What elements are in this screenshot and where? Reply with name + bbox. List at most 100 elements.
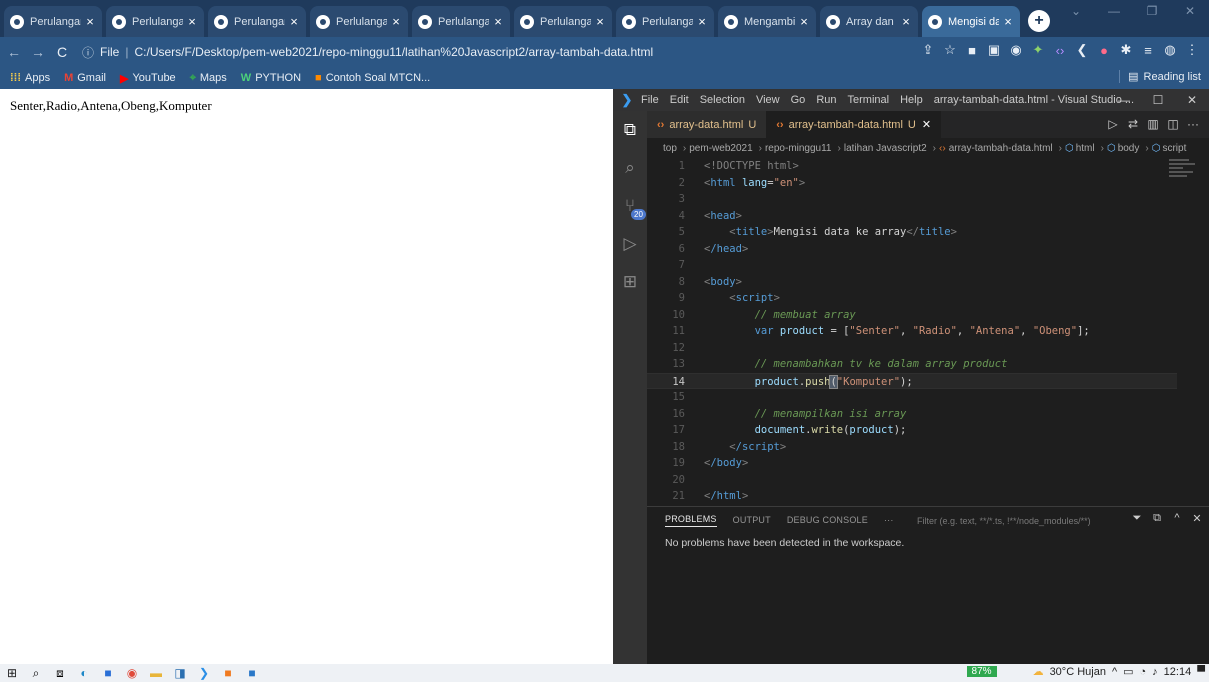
bookmark-contoh-soal[interactable]: ■ Contoh Soal MTCN...	[315, 72, 430, 84]
panel-more-icon[interactable]: ···	[884, 515, 894, 525]
collapse-all-icon[interactable]: ⧉	[1147, 512, 1167, 525]
search-icon[interactable]: ⌕	[24, 666, 48, 681]
filter-icon[interactable]: ⏷	[1127, 512, 1147, 525]
extension-icon[interactable]: ◉	[1005, 42, 1027, 58]
extension-icon[interactable]: ●	[1093, 43, 1115, 58]
new-tab-button[interactable]: +	[1028, 10, 1050, 32]
panel-tab-output[interactable]: OUTPUT	[733, 515, 771, 525]
menu-selection[interactable]: Selection	[700, 94, 745, 106]
bookmark-youtube[interactable]: ▶ YouTube	[120, 72, 176, 85]
extension-icon[interactable]: ▣	[983, 42, 1005, 58]
vscode-close-icon[interactable]: ✕	[1175, 89, 1209, 111]
minimap[interactable]	[1169, 159, 1199, 189]
panel-tab-problems[interactable]: PROBLEMS	[665, 514, 717, 527]
info-icon[interactable]: ⓘ	[82, 44, 94, 61]
kebab-menu-icon[interactable]: ⋮	[1181, 42, 1203, 58]
battery-indicator[interactable]: 87%	[966, 666, 997, 677]
browser-tab[interactable]: Array dan ×	[820, 6, 918, 37]
edge-icon[interactable]: ◐	[72, 666, 96, 680]
menu-file[interactable]: File	[641, 94, 659, 106]
breadcrumb-item[interactable]: pem-web2021	[689, 143, 752, 154]
close-tab-icon[interactable]: ×	[1002, 14, 1014, 29]
notification-icon[interactable]: ▀	[1197, 666, 1205, 678]
browser-tab[interactable]: Perulangan ×	[208, 6, 306, 37]
menu-view[interactable]: View	[756, 94, 780, 106]
close-panel-icon[interactable]: ✕	[1187, 512, 1207, 525]
chrome-icon[interactable]: ◉	[120, 666, 144, 680]
forward-icon[interactable]: →	[28, 44, 48, 60]
run-debug-icon[interactable]: ▷	[613, 225, 647, 263]
menu-edit[interactable]: Edit	[670, 94, 689, 106]
vscode-minimize-icon[interactable]: —	[1107, 89, 1141, 111]
run-icon[interactable]: ▷	[1103, 117, 1123, 131]
browser-tab[interactable]: Perulangan ×	[4, 6, 102, 37]
menu-run[interactable]: Run	[816, 94, 836, 106]
close-tab-icon[interactable]: ×	[84, 14, 96, 29]
task-view-icon[interactable]: ⧈	[48, 666, 72, 681]
menu-terminal[interactable]: Terminal	[848, 94, 890, 106]
profile-avatar[interactable]: ◍	[1159, 42, 1181, 58]
close-tab-icon[interactable]: ×	[900, 14, 912, 29]
extension-icon[interactable]: ❮	[1071, 42, 1093, 58]
breadcrumb-item[interactable]: latihan Javascript2	[844, 143, 927, 154]
battery-icon[interactable]: ▭	[1123, 665, 1133, 678]
code-editor[interactable]: 1 <!DOCTYPE html> 2 <html lang="en"> 3 4 <h…	[647, 158, 1177, 506]
bookmark-maps[interactable]: ⌖ Maps	[190, 72, 227, 85]
split-editor-icon[interactable]: ◫	[1163, 117, 1183, 131]
app-icon[interactable]: ■	[240, 666, 264, 680]
breadcrumb-item[interactable]: array-tambah-data.html	[949, 143, 1053, 154]
bookmark-python[interactable]: W PYTHON	[241, 72, 301, 84]
close-tab-icon[interactable]: ×	[798, 14, 810, 29]
search-icon[interactable]: ⌕	[613, 149, 647, 187]
vscode-taskbar-icon[interactable]: ❯	[192, 666, 216, 680]
file-explorer-icon[interactable]: ▬	[144, 666, 168, 680]
windows-start-icon[interactable]: ⊞	[0, 666, 24, 680]
clock[interactable]: 12:14	[1164, 666, 1192, 678]
media-queue-icon[interactable]: ≡	[1137, 43, 1159, 58]
extension-icon[interactable]: ‹›	[1049, 43, 1071, 58]
breadcrumb-item[interactable]: top	[663, 143, 677, 154]
url-text[interactable]: C:/Users/F/Desktop/pem-web2021/repo-ming…	[134, 45, 653, 59]
breadcrumb-item[interactable]: repo-minggu11	[765, 143, 832, 154]
panel-tab-debug-console[interactable]: DEBUG CONSOLE	[787, 515, 868, 525]
breadcrumb-item[interactable]: script	[1162, 143, 1186, 154]
close-tab-icon[interactable]: ×	[390, 14, 402, 29]
maximize-icon[interactable]: ❐	[1133, 0, 1171, 24]
reading-list-button[interactable]: ▤ Reading list	[1119, 70, 1201, 83]
menu-go[interactable]: Go	[791, 94, 806, 106]
vscode-maximize-icon[interactable]: ☐	[1141, 89, 1175, 111]
bookmark-apps[interactable]: ⁞⁞⁞ Apps	[10, 72, 50, 84]
menu-help[interactable]: Help	[900, 94, 923, 106]
browser-tab-active[interactable]: Mengisi da ×	[922, 6, 1020, 37]
chevron-up-icon[interactable]: ^	[1112, 666, 1117, 678]
problems-filter-input[interactable]: Filter (e.g. text, **/*.ts, !**/node_mod…	[917, 513, 1097, 529]
compare-icon[interactable]: ⇄	[1123, 117, 1143, 131]
address-bar[interactable]: ⓘ File | C:/Users/F/Desktop/pem-web2021/…	[82, 41, 1062, 63]
editor-tab-array-data[interactable]: ‹› array-data.html U	[647, 111, 767, 138]
browser-tab[interactable]: Perlulangan×	[412, 6, 510, 37]
close-tab-icon[interactable]: ×	[492, 14, 504, 29]
close-tab-icon[interactable]: ×	[594, 14, 606, 29]
close-tab-icon[interactable]: ×	[288, 14, 300, 29]
extension-icon[interactable]: ✦	[1027, 42, 1049, 58]
editor-tab-array-tambah-data[interactable]: ‹› array-tambah-data.html U ✕	[766, 111, 942, 138]
breadcrumb-item[interactable]: html	[1076, 143, 1095, 154]
tab-search-icon[interactable]: ⌄	[1057, 0, 1095, 24]
source-control-icon[interactable]: ⑂ 20	[613, 187, 647, 225]
more-actions-icon[interactable]: ···	[1183, 117, 1203, 131]
browser-tab[interactable]: Perlulangan×	[310, 6, 408, 37]
app-icon[interactable]: ■	[216, 666, 240, 680]
extension-icon[interactable]: ■	[961, 43, 983, 58]
bookmark-star-icon[interactable]: ☆	[939, 42, 961, 58]
share-icon[interactable]: ⇪	[917, 42, 939, 58]
browser-tab[interactable]: Perlulangan×	[616, 6, 714, 37]
extensions-puzzle-icon[interactable]: ✱	[1115, 42, 1137, 58]
browser-tab[interactable]: Perlulangan×	[514, 6, 612, 37]
reload-icon[interactable]: C	[52, 44, 72, 60]
app-icon[interactable]: ◨	[168, 666, 192, 680]
preview-icon[interactable]: ▥	[1143, 117, 1163, 131]
weather-text[interactable]: 30°C Hujan	[1050, 666, 1106, 678]
breadcrumb-item[interactable]: body	[1118, 143, 1140, 154]
store-icon[interactable]: ■	[96, 666, 120, 680]
volume-icon[interactable]: ♪	[1152, 666, 1158, 678]
